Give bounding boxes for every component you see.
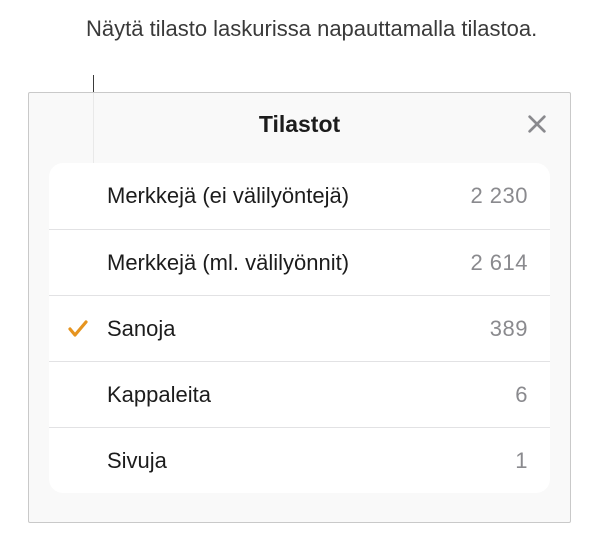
stat-value: 389 (490, 316, 528, 342)
checkmark-icon (66, 317, 90, 341)
stat-label: Merkkejä (ei välilyöntejä) (107, 183, 470, 209)
callout-text: Näytä tilasto laskurissa napauttamalla t… (86, 14, 537, 44)
check-col (49, 317, 107, 341)
stat-value: 6 (515, 382, 528, 408)
stat-value: 1 (515, 448, 528, 474)
stat-label: Kappaleita (107, 382, 515, 408)
stat-row-words[interactable]: Sanoja 389 (49, 295, 550, 361)
stat-row-chars-no-spaces[interactable]: Merkkejä (ei välilyöntejä) 2 230 (49, 163, 550, 229)
stats-panel: Tilastot Merkkejä (ei välilyöntejä) 2 23… (28, 92, 571, 523)
stat-label: Sivuja (107, 448, 515, 474)
stat-value: 2 614 (470, 250, 528, 276)
stat-label: Sanoja (107, 316, 490, 342)
stat-row-paragraphs[interactable]: Kappaleita 6 (49, 361, 550, 427)
stats-list: Merkkejä (ei välilyöntejä) 2 230 Merkkej… (49, 163, 550, 493)
panel-title: Tilastot (259, 111, 340, 138)
panel-header: Tilastot (29, 93, 570, 155)
stat-label: Merkkejä (ml. välilyönnit) (107, 250, 470, 276)
stat-value: 2 230 (470, 183, 528, 209)
close-button[interactable] (522, 109, 552, 139)
close-icon (526, 113, 548, 135)
stat-row-chars-with-spaces[interactable]: Merkkejä (ml. välilyönnit) 2 614 (49, 229, 550, 295)
stat-row-pages[interactable]: Sivuja 1 (49, 427, 550, 493)
